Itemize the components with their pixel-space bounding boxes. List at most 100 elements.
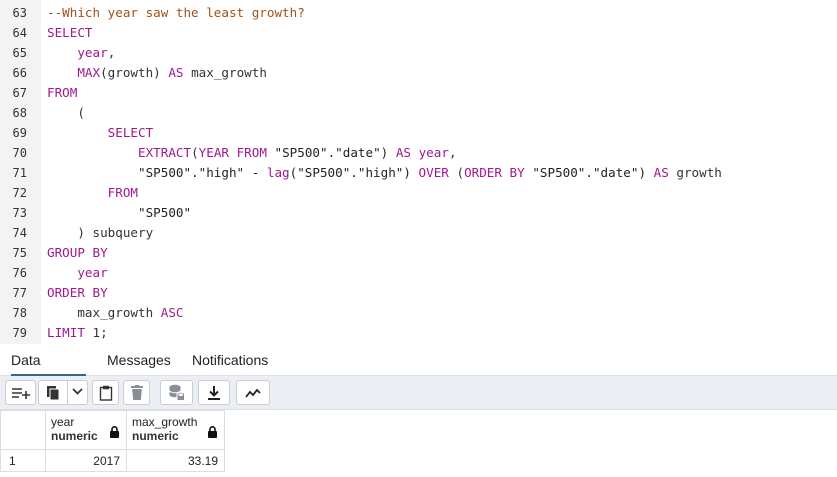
chevron-down-icon[interactable] [72, 388, 83, 396]
code-line[interactable]: 75 GROUP BY [0, 243, 837, 263]
column-header-year[interactable]: year numeric [45, 410, 127, 450]
code-text: ( [47, 103, 85, 123]
line-number: 75 [12, 246, 27, 260]
code-line[interactable]: 66 MAX(growth) AS max_growth [0, 63, 837, 83]
column-type: numeric [132, 429, 179, 443]
sql-keyword: SELECT [47, 25, 93, 40]
row-number[interactable]: 1 [0, 449, 46, 472]
table-row[interactable]: 1 2017 33.19 [0, 449, 225, 472]
copy-button[interactable] [38, 380, 88, 405]
code-line[interactable]: 76 year [0, 263, 837, 283]
results-grid: year numeric max_growth numeric 1 2017 3… [0, 410, 225, 472]
tab-messages[interactable]: Messages [107, 346, 171, 376]
sql-keyword: GROUP BY [47, 245, 108, 260]
code-text: FROM [47, 83, 77, 103]
delete-button[interactable] [123, 380, 150, 405]
graph-visualiser-button[interactable] [236, 380, 270, 405]
sql-text: max_growth [47, 305, 161, 320]
line-number: 76 [12, 266, 27, 280]
download-button[interactable] [198, 380, 230, 405]
code-text: year [47, 263, 108, 283]
sql-keyword: ORDER BY [47, 285, 108, 300]
grid-header-row: year numeric max_growth numeric [0, 410, 225, 450]
code-text: --Which year saw the least growth? [47, 3, 305, 23]
sql-keyword: LIMIT [47, 325, 85, 340]
sql-keyword: AS [653, 165, 669, 180]
sql-text: max_growth [183, 65, 267, 80]
sql-editor[interactable]: 63 --Which year saw the least growth? 64 SE… [0, 0, 837, 344]
code-line[interactable]: 68 ( [0, 103, 837, 123]
copy-icon [46, 385, 60, 401]
code-line[interactable]: 70 EXTRACT(YEAR FROM "SP500"."date") AS … [0, 143, 837, 163]
code-line[interactable]: 63 --Which year saw the least growth? [0, 3, 837, 23]
column-header-max-growth[interactable]: max_growth numeric [126, 410, 225, 450]
sql-text: "SP500"."date") [524, 165, 654, 180]
code-line[interactable]: 71 "SP500"."high" - lag("SP500"."high") … [0, 163, 837, 183]
sql-keyword: FROM [107, 185, 139, 200]
code-text: max_growth ASC [47, 303, 183, 323]
sql-text: "SP500"."high" - [47, 165, 267, 180]
download-icon [208, 385, 220, 400]
code-line[interactable]: 79 LIMIT 1; [0, 323, 837, 343]
code-line[interactable]: 78 max_growth ASC [0, 303, 837, 323]
sql-text: "SP500"."date") [266, 145, 396, 160]
code-line[interactable]: 73 "SP500" [0, 203, 837, 223]
sql-keyword: SELECT [107, 125, 154, 140]
add-row-button[interactable] [5, 380, 36, 405]
sql-text: growth [668, 165, 722, 180]
sql-text: 1; [84, 325, 108, 340]
cell-year[interactable]: 2017 [45, 449, 127, 472]
sql-text: ( [47, 105, 85, 120]
sql-keyword: AS [395, 145, 411, 160]
code-text: SELECT [47, 123, 154, 143]
code-line[interactable]: 67 FROM [0, 83, 837, 103]
code-text: GROUP BY [47, 243, 108, 263]
sql-keyword: year [418, 145, 449, 160]
sql-text: ( [448, 165, 465, 180]
line-number: 69 [12, 126, 27, 140]
code-line[interactable]: 72 FROM [0, 183, 837, 203]
code-text: ) subquery [47, 223, 153, 243]
save-data-button[interactable] [160, 380, 193, 405]
sql-keyword: ASC [160, 305, 184, 320]
sql-keyword: year [77, 265, 108, 280]
line-number: 70 [12, 146, 27, 160]
line-number: 77 [12, 286, 27, 300]
paste-icon [99, 385, 113, 401]
code-line[interactable]: 69 SELECT [0, 123, 837, 143]
sql-comment: --Which year saw the least growth? [47, 5, 305, 20]
code-line[interactable]: 77 ORDER BY [0, 283, 837, 303]
line-number: 78 [12, 306, 27, 320]
sql-keyword: year [77, 45, 108, 60]
code-line[interactable]: 64 SELECT [0, 23, 837, 43]
tab-data-output[interactable]: Data Output [11, 346, 86, 397]
code-text: SELECT [47, 23, 93, 43]
line-number: 64 [12, 26, 27, 40]
sql-keyword: ORDER BY [464, 165, 525, 180]
code-line[interactable]: 74 ) subquery [0, 223, 837, 243]
paste-button[interactable] [92, 380, 119, 405]
data-output-toolbar [0, 376, 837, 410]
delete-icon [130, 385, 143, 400]
code-text: year, [47, 43, 115, 63]
tab-notifications[interactable]: Notifications [192, 346, 268, 376]
code-text: EXTRACT(YEAR FROM "SP500"."date") AS yea… [47, 143, 457, 163]
sql-keyword: FROM [47, 85, 78, 100]
result-tabs: Data Output Messages Notifications [0, 346, 837, 397]
save-data-icon [168, 384, 185, 401]
sql-text: ("SP500"."high") [289, 165, 419, 180]
line-number: 73 [12, 206, 27, 220]
lock-icon [208, 426, 217, 441]
code-line[interactable]: 65 year, [0, 43, 837, 63]
row-number-header [0, 410, 46, 450]
code-text: "SP500" [47, 203, 191, 223]
sql-keyword: MAX [77, 65, 101, 80]
sql-keyword: AS [168, 65, 184, 80]
code-text: "SP500"."high" - lag("SP500"."high") OVE… [47, 163, 722, 183]
cell-max-growth[interactable]: 33.19 [126, 449, 225, 472]
